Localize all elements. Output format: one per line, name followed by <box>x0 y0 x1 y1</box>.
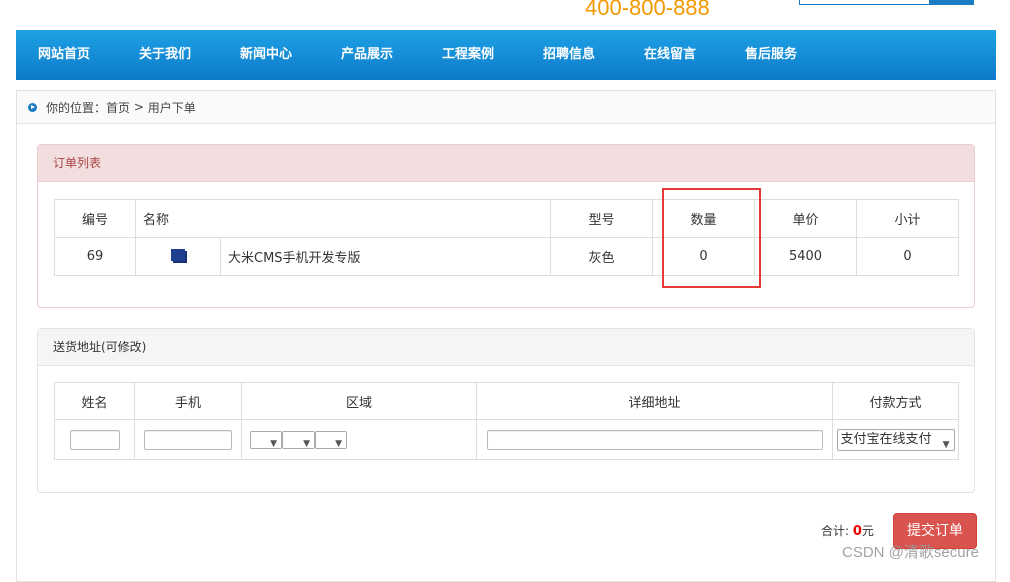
city-select[interactable]: ▼ <box>282 430 315 449</box>
address-table-header: 姓名 手机 区域 详细地址 付款方式 <box>54 382 959 420</box>
address-input[interactable] <box>486 429 823 450</box>
cell-price: 5400 <box>754 237 857 276</box>
nav-item-jobs[interactable]: 招聘信息 <box>521 30 622 80</box>
total-value: 0 <box>852 524 862 539</box>
nav-item-about[interactable]: 关于我们 <box>117 30 218 80</box>
col-address: 详细地址 <box>476 382 833 420</box>
arrow-circle-icon <box>28 102 37 112</box>
address-panel: 送货地址(可修改) 姓名 手机 区域 详细地址 付款方式 ▼ ▼ ▼ 支付宝在线支付 <box>37 328 975 493</box>
cell-name[interactable]: 大米CMS手机开发专版 <box>220 237 551 276</box>
mobile-input[interactable] <box>144 429 232 450</box>
order-table: 编号 名称 型号 数量 单价 小计 69 大米CMS手机开发专版 灰色 0 54… <box>54 199 959 276</box>
product-thumbnail[interactable] <box>171 248 185 261</box>
col-price: 单价 <box>754 199 857 238</box>
payment-select[interactable]: 支付宝在线支付 ▼ <box>836 428 955 451</box>
nav-item-news[interactable]: 新闻中心 <box>218 30 319 80</box>
order-panel-title: 订单列表 <box>38 145 974 182</box>
chevron-down-icon: ▼ <box>303 438 310 449</box>
order-table-header: 编号 名称 型号 数量 单价 小计 <box>54 199 959 238</box>
content-area: 你的位置： 首页 > 用户下单 订单列表 编号 名称 型号 数量 单价 小计 6… <box>16 90 996 582</box>
hotline-phone: 400-800-888 <box>585 0 710 20</box>
breadcrumb-home-link[interactable]: 首页 <box>106 99 130 116</box>
cell-subtotal: 0 <box>856 237 959 276</box>
col-name: 名称 <box>135 199 551 238</box>
chevron-down-icon: ▼ <box>270 438 277 449</box>
address-form-row: ▼ ▼ ▼ 支付宝在线支付 ▼ <box>54 419 959 460</box>
order-panel: 订单列表 编号 名称 型号 数量 单价 小计 69 大米CMS手机开发专版 灰色… <box>37 144 975 308</box>
nav-item-service[interactable]: 售后服务 <box>723 30 824 80</box>
nav-item-home[interactable]: 网站首页 <box>16 30 117 80</box>
total-label: 合计: <box>821 524 850 538</box>
payment-select-value: 支付宝在线支付 <box>840 431 932 447</box>
col-region: 区域 <box>241 382 477 420</box>
breadcrumb-current: 用户下单 <box>147 100 196 115</box>
nav-item-cases[interactable]: 工程案例 <box>420 30 521 80</box>
search-button[interactable] <box>929 0 974 5</box>
address-panel-title: 送货地址(可修改) <box>38 329 974 366</box>
cell-model: 灰色 <box>550 237 653 276</box>
breadcrumb-prefix: 你的位置： <box>46 100 107 115</box>
recipient-name-input[interactable] <box>69 429 120 450</box>
chevron-down-icon: ▼ <box>942 439 950 450</box>
province-select[interactable]: ▼ <box>250 430 282 449</box>
breadcrumb-separator: > <box>130 100 148 114</box>
cell-address <box>476 419 833 460</box>
csdn-watermark: CSDN @清歌secure <box>842 544 979 561</box>
col-recipient-name: 姓名 <box>54 382 135 420</box>
cell-id: 69 <box>54 237 136 276</box>
quantity-highlight-box <box>662 188 761 288</box>
col-id: 编号 <box>54 199 136 238</box>
table-row: 69 大米CMS手机开发专版 灰色 0 5400 0 <box>54 237 959 276</box>
col-payment: 付款方式 <box>832 382 959 420</box>
col-model: 型号 <box>550 199 653 238</box>
cell-mobile <box>134 419 242 460</box>
nav-item-message[interactable]: 在线留言 <box>622 30 723 80</box>
total-unit: 元 <box>861 524 874 538</box>
breadcrumb: 你的位置： 首页 > 用户下单 <box>17 91 995 124</box>
cell-thumbnail <box>135 237 221 276</box>
cell-region: ▼ ▼ ▼ <box>241 419 477 460</box>
col-mobile: 手机 <box>134 382 242 420</box>
main-nav: 网站首页 关于我们 新闻中心 产品展示 工程案例 招聘信息 在线留言 售后服务 <box>16 30 996 80</box>
chevron-down-icon: ▼ <box>335 438 342 449</box>
nav-item-products[interactable]: 产品展示 <box>319 30 420 80</box>
order-total: 合计: 0元 <box>821 522 874 539</box>
cell-payment: 支付宝在线支付 ▼ <box>832 419 959 460</box>
search-input[interactable] <box>799 0 931 5</box>
address-table: 姓名 手机 区域 详细地址 付款方式 ▼ ▼ ▼ 支付宝在线支付 ▼ <box>54 382 959 460</box>
district-select[interactable]: ▼ <box>315 430 347 449</box>
cell-recipient-name <box>54 419 135 460</box>
col-subtotal: 小计 <box>856 199 959 238</box>
